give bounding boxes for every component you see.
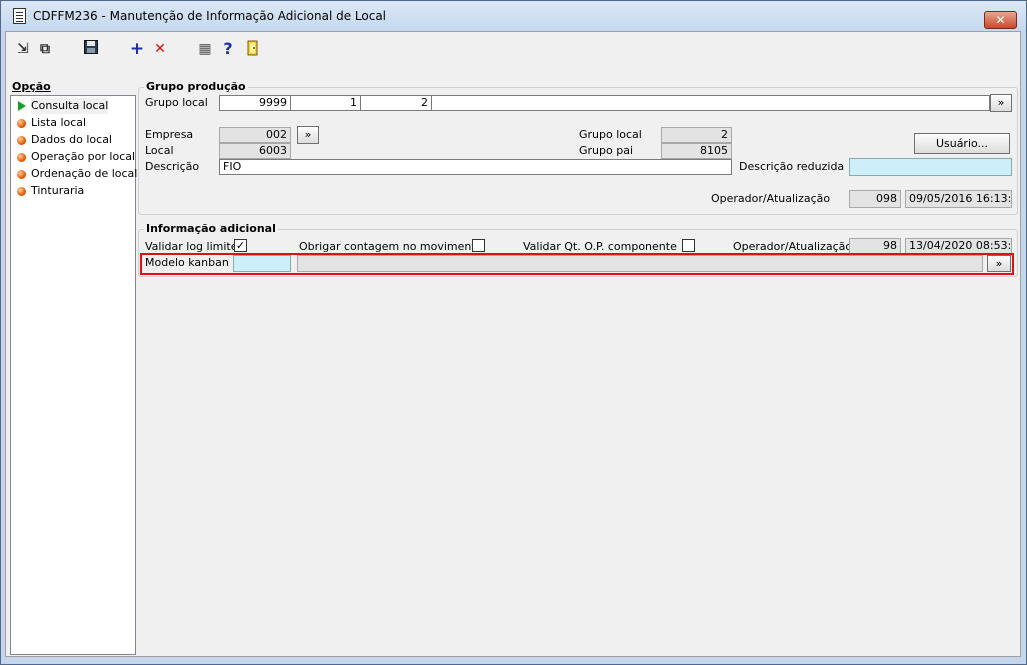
first-record-icon[interactable]: ⇲ [14,40,32,58]
grupo-local-field-3[interactable]: 2 [360,95,432,111]
option-label: Tinturaria [31,184,85,197]
usuario-button[interactable]: Usuário... [914,133,1010,154]
document-icon [13,8,26,24]
calendar-icon[interactable]: ▦ [196,40,214,58]
local-field: 6003 [219,143,291,159]
empresa-field: 002 [219,127,291,143]
options-title: Opção [12,80,51,93]
main-window: CDFFM236 - Manutenção de Informação Adic… [0,0,1027,665]
play-arrow-icon [18,101,26,111]
operador-atualizacao-2-label: Operador/Atualização [733,240,853,253]
grupo-local-lookup-button[interactable]: » [990,94,1012,112]
grupo-local-description [431,95,990,111]
add-icon[interactable]: + [128,40,146,58]
selection-highlight [140,253,1014,275]
option-label: Dados do local [31,133,112,146]
atualizacao-2-field: 13/04/2020 08:53:02 [905,238,1012,254]
validar-qt-op-label: Validar Qt. O.P. componente [523,240,677,253]
bullet-icon [17,187,26,196]
grupo-local-2-field: 2 [661,127,732,143]
option-label: Operação por local [31,150,136,163]
grupo-pai-label: Grupo pai [579,144,634,157]
bullet-icon [17,136,26,145]
grupo-local-label: Grupo local [145,96,208,109]
obrigar-contagem-label: Obrigar contagem no movimento [299,240,483,253]
window-title: CDFFM236 - Manutenção de Informação Adic… [33,9,387,23]
descricao-reduzida-field[interactable] [849,158,1012,176]
empresa-label: Empresa [145,128,194,141]
grupo-local-2-label: Grupo local [579,128,642,141]
grupo-local-field-1[interactable]: 9999 [219,95,291,111]
descricao-label: Descrição [145,160,200,173]
operador-atualizacao-label: Operador/Atualização [711,192,831,205]
copy-icon[interactable]: ⧉ [36,40,54,58]
options-list: Consulta local Lista local Dados do loca… [10,95,138,655]
operador-2-field: 98 [849,238,901,254]
option-label: Ordenação de local [31,167,138,180]
descricao-reduzida-label: Descrição reduzida [739,160,845,173]
empresa-lookup-button[interactable]: » [297,126,319,144]
atualizacao-field: 09/05/2016 16:13:50 [905,190,1012,208]
help-icon[interactable]: ? [219,40,237,58]
validar-log-limite-checkbox[interactable]: ✓ [234,239,247,252]
operador-field: 098 [849,190,901,208]
toolbar: ⇲ ⧉ + ✕ ▦ ? [6,32,1020,64]
window-border [1021,31,1026,657]
descricao-field[interactable]: FIO [219,159,732,175]
group-legend: Informação adicional [144,222,278,235]
bullet-icon [17,153,26,162]
bullet-icon [17,119,26,128]
save-icon[interactable] [82,40,100,58]
bullet-icon [17,170,26,179]
local-label: Local [145,144,174,157]
option-label: Lista local [31,116,87,129]
close-button[interactable]: ✕ [984,11,1017,29]
delete-icon[interactable]: ✕ [151,40,169,58]
title-bar: CDFFM236 - Manutenção de Informação Adic… [1,1,1026,31]
validar-log-limite-label: Validar log limite [145,240,238,253]
grupo-pai-field: 8105 [661,143,732,159]
grupo-local-field-2[interactable]: 1 [290,95,361,111]
group-legend: Grupo produção [144,80,248,93]
exit-icon[interactable] [244,40,262,58]
option-label: Consulta local [31,98,109,114]
client-area: ⇲ ⧉ + ✕ ▦ ? Opção Consulta local Lista l… [5,31,1021,657]
validar-qt-op-checkbox[interactable] [682,239,695,252]
obrigar-contagem-checkbox[interactable] [472,239,485,252]
